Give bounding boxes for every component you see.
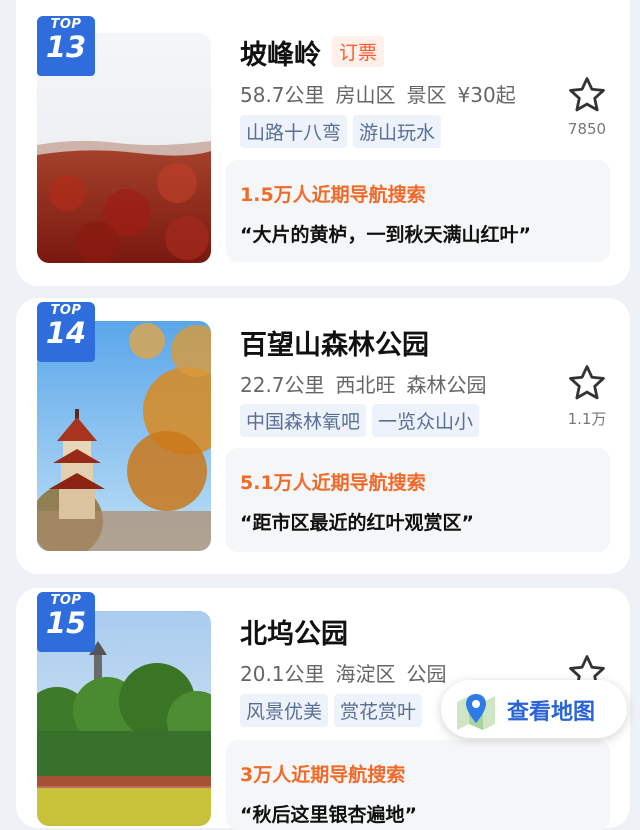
distance-text: 20.1公里 — [240, 662, 325, 686]
scenic-title-13[interactable]: 坡峰岭 — [240, 33, 321, 72]
category-text: 公园 — [406, 662, 447, 686]
scenic-meta-13: 58.7公里 房山区 景区 ¥30起 — [240, 79, 527, 108]
favorite-count: 7850 — [567, 120, 607, 138]
rank-number: 14 — [45, 316, 87, 350]
district-text: 房山区 — [335, 83, 396, 107]
highlight-box-13[interactable]: 1.5万人近期导航搜索 “大片的黄栌，一到秋天满山红叶” — [226, 160, 610, 262]
distance-text: 22.7公里 — [240, 373, 325, 397]
tag-chips-13: 山路十八弯 游山玩水 — [240, 115, 447, 148]
hot-search-text: 5.1万人近期导航搜索 — [240, 472, 426, 494]
feature-chip[interactable]: 中国森林氧吧 — [240, 404, 367, 437]
scenic-title-15[interactable]: 北坞公园 — [240, 612, 348, 651]
star-outline-icon — [569, 365, 605, 400]
feature-chip[interactable]: 风景优美 — [240, 694, 329, 727]
feature-chip[interactable]: 赏花赏叶 — [334, 694, 423, 727]
favorite-button-13[interactable]: 7850 — [556, 74, 618, 138]
scenic-meta-14: 22.7公里 西北旺 森林公园 — [240, 369, 498, 398]
scenic-title-14[interactable]: 百望山森林公园 — [240, 323, 429, 362]
scenic-meta-15: 20.1公里 海淀区 公园 — [240, 658, 458, 687]
view-map-button[interactable]: 查看地图 — [441, 680, 627, 738]
feature-chip[interactable]: 游山玩水 — [353, 115, 442, 148]
price-text: ¥30起 — [457, 83, 516, 107]
favorite-count: 1.1万 — [567, 410, 607, 428]
review-quote: “距市区最近的红叶观赏区” — [240, 512, 474, 534]
star-outline-icon — [569, 77, 605, 112]
district-text: 西北旺 — [335, 373, 396, 397]
hot-search-text: 3万人近期导航搜索 — [240, 764, 406, 786]
tag-chips-15: 风景优美 赏花赏叶 — [240, 694, 428, 727]
feature-chip[interactable]: 山路十八弯 — [240, 115, 348, 148]
rank-badge-14: TOP 14 — [37, 302, 95, 362]
booking-tag[interactable]: 订票 — [332, 36, 385, 67]
category-text: 景区 — [406, 83, 447, 107]
rank-number: 13 — [45, 30, 87, 64]
view-map-label: 查看地图 — [507, 700, 596, 725]
distance-text: 58.7公里 — [240, 83, 325, 107]
highlight-box-14[interactable]: 5.1万人近期导航搜索 “距市区最近的红叶观赏区” — [226, 448, 610, 552]
category-text: 森林公园 — [406, 373, 487, 397]
district-text: 海淀区 — [335, 662, 396, 686]
review-quote: “大片的黄栌，一到秋天满山红叶” — [240, 224, 531, 246]
feature-chip[interactable]: 一览众山小 — [372, 404, 480, 437]
tag-chips-14: 中国森林氧吧 一览众山小 — [240, 404, 485, 437]
rank-number: 15 — [45, 606, 87, 640]
rank-badge-15: TOP 15 — [37, 592, 95, 652]
rank-badge-13: TOP 13 — [37, 16, 95, 76]
highlight-box-15[interactable]: 3万人近期导航搜索 “秋后这里银杏遍地” — [226, 740, 610, 830]
hot-search-text: 1.5万人近期导航搜索 — [240, 184, 426, 206]
map-pin-icon — [457, 694, 495, 730]
favorite-button-14[interactable]: 1.1万 — [556, 362, 618, 429]
